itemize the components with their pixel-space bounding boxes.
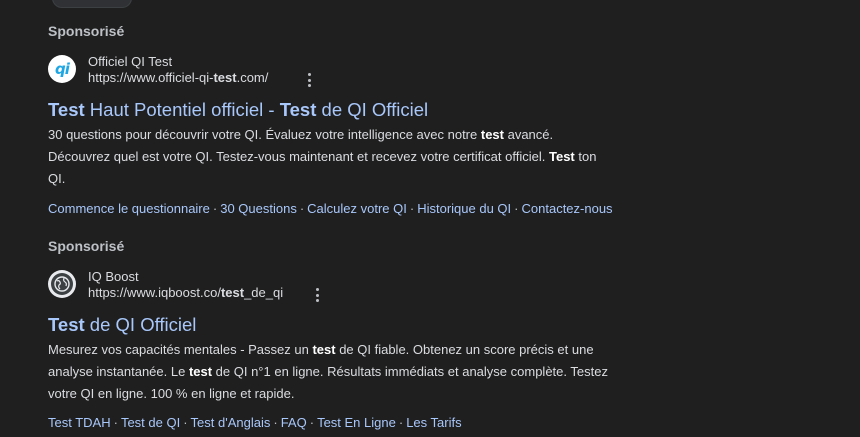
sitelink-separator: · [309, 415, 315, 430]
qi-logo-icon: qi [48, 55, 76, 83]
sitelink-separator: · [514, 201, 519, 216]
sitelink[interactable]: 30 Questions [220, 201, 297, 216]
text-run: 30 questions pour découvrir votre QI. Év… [48, 127, 481, 142]
sitelink[interactable]: Contactez-nous [522, 201, 613, 216]
ad-description: 30 questions pour découvrir votre QI. Év… [48, 124, 648, 190]
text-run: de QI Officiel [84, 314, 197, 335]
description-line: Découvrez quel est votre QI. Testez-vous… [48, 146, 648, 168]
ad-source[interactable]: qi Officiel QI Test https://www.officiel… [48, 54, 668, 88]
ad-title-link[interactable]: Test Haut Potentiel officiel - Test de Q… [48, 98, 668, 122]
globe-icon [48, 270, 76, 298]
more-options-icon[interactable] [303, 73, 315, 87]
bold-term: Test [548, 149, 575, 164]
text-run: de QI fiable. Obtenez un score précis et… [335, 342, 594, 357]
description-line: QI. [48, 168, 648, 190]
sitelink-separator: · [398, 415, 404, 430]
sitelinks: Commence le questionnaire · 30 Questions · C… [48, 200, 668, 218]
text-run: votre QI en ligne. 100 % en ligne et rap… [48, 386, 295, 401]
text-run: QI. [48, 171, 66, 186]
sitelink[interactable]: Test En Ligne [317, 415, 396, 430]
sitelink-separator: · [183, 415, 188, 430]
url-bold: test [220, 285, 245, 300]
sitelink-separator: · [409, 201, 415, 216]
text-run: Haut Potentiel officiel - [84, 99, 280, 120]
sponsored-result: Sponsorisé IQ Boost https://www.iqboost.… [48, 237, 668, 432]
url-bold: test [213, 70, 237, 85]
site-name: IQ Boost [88, 269, 139, 284]
sitelink-separator: · [212, 201, 218, 216]
sitelink[interactable]: Les Tarifs [406, 415, 461, 430]
text-run: ton [574, 149, 597, 164]
description-line: 30 questions pour découvrir votre QI. Év… [48, 124, 648, 146]
text-run: analyse instantanée. Le [48, 364, 189, 379]
bold-term: Test [48, 314, 85, 335]
ad-description: Mesurez vos capacités mentales - Passez … [48, 339, 648, 405]
bold-term: test [312, 342, 336, 357]
url-suffix: .com/ [236, 70, 269, 85]
favicon-text: qi [55, 60, 70, 78]
bold-term: Test [48, 99, 85, 120]
url-prefix: https://www.iqboost.co/ [88, 285, 221, 300]
site-name: Officiel QI Test [88, 54, 173, 69]
url-suffix: _de_qi [244, 285, 284, 300]
sitelinks: Test TDAH · Test de QI · Test d'Anglais · FAQ ·… [48, 414, 668, 432]
description-line: Mesurez vos capacités mentales - Passez … [48, 339, 648, 361]
ad-source[interactable]: IQ Boost https://www.iqboost.co/test_de_… [48, 269, 668, 303]
sitelink[interactable]: Test d'Anglais [191, 415, 271, 430]
sponsored-label: Sponsorisé [48, 238, 125, 254]
url-prefix: https://www.officiel-qi- [88, 70, 214, 85]
bold-term: test [480, 127, 504, 142]
sitelink[interactable]: Commence le questionnaire [48, 201, 210, 216]
text-run: avancé. [503, 127, 554, 142]
sitelink[interactable]: FAQ [281, 415, 307, 430]
bold-term: test [188, 364, 213, 379]
search-results-page: Sponsorisé qi Officiel QI Test https://w… [0, 0, 860, 437]
ad-title-link[interactable]: Test de QI Officiel [48, 313, 668, 337]
sitelink-separator: · [113, 415, 118, 430]
sitelink[interactable]: Historique du QI [417, 201, 511, 216]
filter-chip[interactable] [52, 0, 132, 8]
description-line: votre QI en ligne. 100 % en ligne et rap… [48, 383, 648, 405]
site-url: https://www.iqboost.co/test_de_qi [88, 285, 283, 301]
sitelink[interactable]: Calculez votre QI [307, 201, 407, 216]
text-run: Mesurez vos capacités mentales - Passez … [48, 342, 313, 357]
sponsored-label: Sponsorisé [48, 23, 125, 39]
sitelink-separator: · [273, 415, 278, 430]
sitelink[interactable]: Test TDAH [48, 415, 111, 430]
sponsored-result: Sponsorisé qi Officiel QI Test https://w… [48, 22, 668, 218]
description-line: analyse instantanée. Le test de QI n°1 e… [48, 361, 648, 383]
bold-term: Test [279, 99, 317, 120]
text-run: Découvrez quel est votre QI. Testez-vous… [48, 149, 549, 164]
more-options-icon[interactable] [311, 288, 323, 302]
site-url: https://www.officiel-qi-test.com/ [88, 70, 268, 86]
sitelink-separator: · [299, 201, 305, 216]
sitelink[interactable]: Test de QI [121, 415, 180, 430]
text-run: de QI Officiel [316, 99, 429, 120]
text-run: de QI n°1 en ligne. Résultats immédiats … [212, 364, 608, 379]
